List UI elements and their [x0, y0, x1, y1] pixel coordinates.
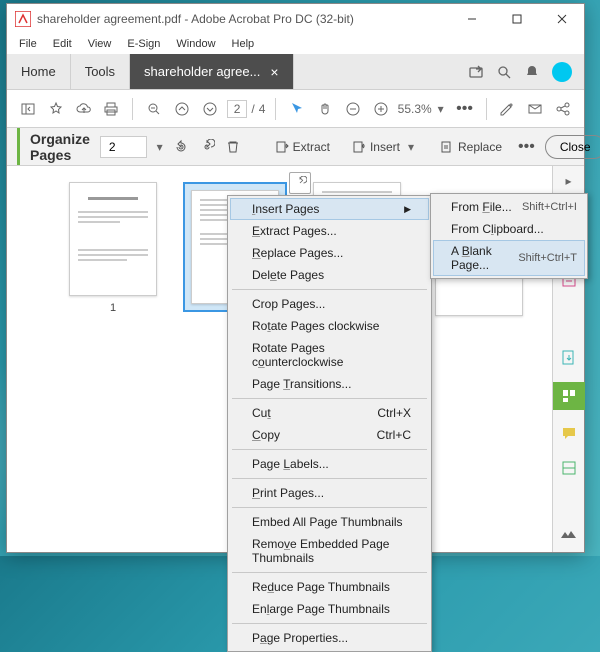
organize-title: Organize Pages	[17, 128, 90, 165]
menu-help[interactable]: Help	[224, 36, 263, 52]
context-menu-item[interactable]: Remove Embedded Page Thumbnails	[230, 533, 429, 569]
menu-window[interactable]: Window	[168, 36, 223, 52]
acrobat-icon	[15, 11, 31, 27]
submenu-item[interactable]: From Clipboard...	[433, 218, 585, 240]
submenu-item[interactable]: A Blank Page...Shift+Ctrl+T	[433, 240, 585, 276]
close-organize-button[interactable]: Close	[545, 135, 600, 159]
menu-file[interactable]: File	[11, 36, 45, 52]
page-counter: 2 / 4	[227, 100, 266, 118]
zoom-out-circle-icon[interactable]	[342, 97, 364, 121]
more-org-icon[interactable]: •••	[518, 135, 535, 159]
context-submenu: From File...Shift+Ctrl+IFrom Clipboard..…	[430, 193, 588, 279]
extract-button[interactable]: Extract	[269, 137, 336, 157]
tab-tools[interactable]: Tools	[71, 54, 130, 89]
submenu-item[interactable]: From File...Shift+Ctrl+I	[433, 196, 585, 218]
share2-icon[interactable]	[552, 97, 574, 121]
tabbar: Home Tools shareholder agree...	[7, 54, 584, 90]
organize-page-input[interactable]: 2	[100, 136, 147, 158]
titlebar: shareholder agreement.pdf - Adobe Acroba…	[7, 4, 584, 34]
zoom-in-circle-icon[interactable]	[370, 97, 392, 121]
rotate-ccw-icon[interactable]	[173, 135, 189, 159]
insert-button[interactable]: Insert▾	[346, 137, 424, 157]
search-icon[interactable]	[496, 64, 512, 80]
tab-document-active[interactable]: shareholder agree...	[130, 54, 294, 89]
sidebar-toggle-icon[interactable]	[17, 97, 39, 121]
annotate-icon[interactable]	[496, 97, 518, 121]
scan-icon[interactable]	[559, 458, 579, 478]
menu-edit[interactable]: Edit	[45, 36, 80, 52]
context-menu-item[interactable]: Reduce Page Thumbnails	[230, 576, 429, 598]
share-icon[interactable]	[468, 64, 484, 80]
more-icon[interactable]: •••	[454, 97, 476, 121]
minimize-button[interactable]	[449, 4, 494, 34]
replace-button[interactable]: Replace	[434, 137, 508, 157]
print-icon[interactable]	[100, 97, 122, 121]
context-menu-item[interactable]: Extract Pages...	[230, 220, 429, 242]
cloud-icon[interactable]	[73, 97, 95, 121]
context-menu-item[interactable]: CopyCtrl+C	[230, 424, 429, 446]
page-total: 4	[259, 102, 266, 116]
menu-view[interactable]: View	[80, 36, 120, 52]
toolbar: 2 / 4 55.3%▾ •••	[7, 90, 584, 128]
context-menu-item[interactable]: Insert Pages▶	[230, 198, 429, 220]
tab-home[interactable]: Home	[7, 54, 71, 89]
export-pdf-icon[interactable]	[559, 348, 579, 368]
trash-icon[interactable]	[225, 135, 241, 159]
mountain-icon[interactable]	[559, 524, 579, 544]
tab-tools-right	[456, 54, 584, 89]
context-menu-item[interactable]: Embed All Page Thumbnails	[230, 511, 429, 533]
window-controls	[449, 4, 584, 34]
context-menu-item[interactable]: Delete Pages	[230, 264, 429, 286]
context-menu-item[interactable]: Replace Pages...	[230, 242, 429, 264]
page-thumb-1[interactable]: 1	[67, 182, 159, 316]
window-title: shareholder agreement.pdf - Adobe Acroba…	[37, 12, 449, 26]
close-button[interactable]	[539, 4, 584, 34]
page-down-icon[interactable]	[199, 97, 221, 121]
context-menu-item[interactable]: Page Transitions...	[230, 373, 429, 395]
hand-icon[interactable]	[314, 97, 336, 121]
menu-esign[interactable]: E-Sign	[119, 36, 168, 52]
context-menu-item[interactable]: Page Properties...	[230, 627, 429, 649]
mail-icon[interactable]	[524, 97, 546, 121]
organize-pages-icon[interactable]	[553, 382, 585, 410]
comment-icon[interactable]	[559, 424, 579, 444]
context-menu-item[interactable]: Crop Pages...	[230, 293, 429, 315]
rotate-cw-icon[interactable]	[199, 135, 215, 159]
thumb-page-number: 1	[110, 302, 116, 314]
sidebar-collapse-icon[interactable]: ▸	[562, 174, 576, 188]
context-menu-item[interactable]: Print Pages...	[230, 482, 429, 504]
menubar: File Edit View E-Sign Window Help	[7, 34, 584, 54]
context-menu: Insert Pages▶Extract Pages...Replace Pag…	[227, 195, 432, 652]
chevron-down-icon[interactable]: ▾	[157, 140, 163, 154]
pointer-icon[interactable]	[286, 97, 308, 121]
maximize-button[interactable]	[494, 4, 539, 34]
organize-toolbar: Organize Pages 2 ▾ Extract Insert▾ Repla…	[7, 128, 584, 166]
context-menu-item[interactable]: Rotate Pages clockwise	[230, 315, 429, 337]
star-icon[interactable]	[45, 97, 67, 121]
page-up-icon[interactable]	[171, 97, 193, 121]
avatar[interactable]	[552, 62, 572, 82]
zoom-level[interactable]: 55.3%▾	[398, 102, 448, 116]
context-menu-item[interactable]: Page Labels...	[230, 453, 429, 475]
zoom-out-icon[interactable]	[143, 97, 165, 121]
context-menu-item[interactable]: Rotate Pages counterclockwise	[230, 337, 429, 373]
context-menu-item[interactable]: CutCtrl+X	[230, 402, 429, 424]
context-menu-item[interactable]: Enlarge Page Thumbnails	[230, 598, 429, 620]
bell-icon[interactable]	[524, 64, 540, 80]
page-current-input[interactable]: 2	[227, 100, 248, 118]
rotate-handle-icon[interactable]	[289, 172, 311, 194]
